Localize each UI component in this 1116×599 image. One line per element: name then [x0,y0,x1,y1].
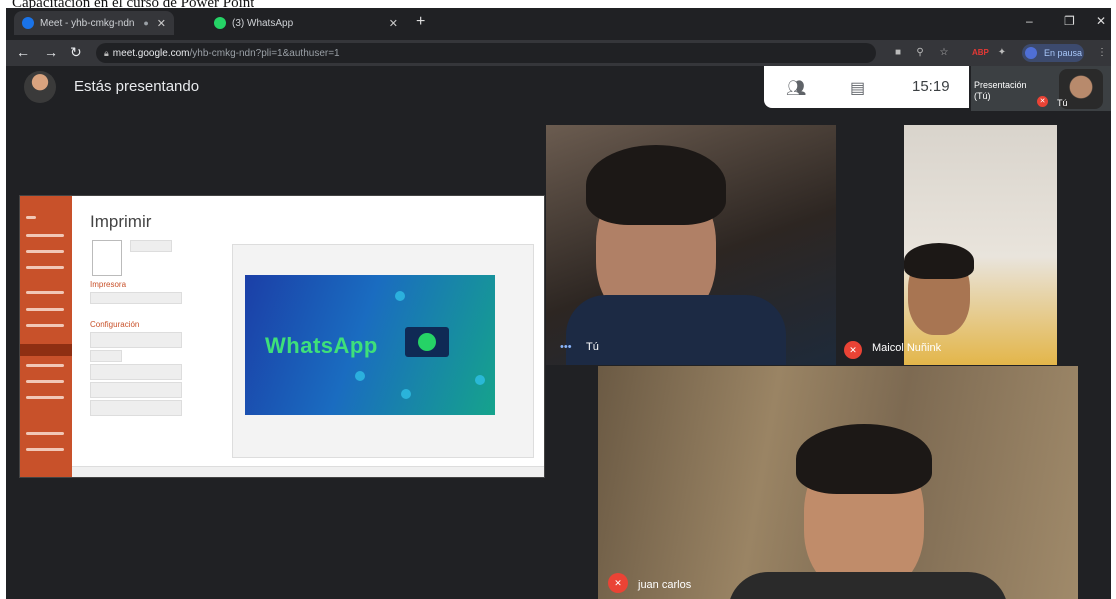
copies-field[interactable] [130,240,172,252]
star-icon[interactable]: ☆ [938,47,950,59]
tab-title: Meet - yhb-cmkg-ndn [40,17,135,29]
participant-video [904,243,974,279]
menu-item[interactable] [26,308,64,311]
new-tab-button[interactable]: + [416,13,425,31]
printer-heading: Impresora [90,280,127,289]
backstage-sidebar [20,196,72,477]
address-bar: ← → ↻ 🔒︎ meet.google.com/yhb-cmkg-ndn?pli… [6,40,1111,66]
presenting-status: Estás presentando [74,78,200,95]
mic-off-icon: ✕ [844,341,862,359]
menu-icon[interactable]: ⋮ [1096,47,1108,59]
people-icon[interactable]: 👥︎ [786,78,806,98]
setting-select[interactable] [90,332,182,348]
profile-button[interactable]: En pausa [1022,44,1084,62]
reload-icon[interactable]: ↻ [70,44,82,61]
decor-icon [401,389,411,399]
self-name: Tú [1057,98,1068,108]
browser-window: Meet - yhb-cmkg-ndn ● ✕ (3) WhatsApp ✕ +… [6,8,1111,599]
menu-item[interactable] [26,396,64,399]
tab-close-icon[interactable]: ✕ [389,17,398,30]
print-button[interactable] [92,240,122,276]
meeting-controls: 👥︎ ▤ 15:19 [764,66,969,108]
url-field[interactable]: 🔒︎ meet.google.com/yhb-cmkg-ndn?pli=1&aut… [96,43,876,63]
decor-icon [395,291,405,301]
mic-off-icon: ✕ [608,573,628,593]
lock-icon: 🔒︎ [104,48,109,58]
setting-select[interactable] [90,400,182,416]
forward-arrow-icon[interactable]: → [44,44,58,60]
audio-level-icon: ••• [560,341,572,353]
chat-icon[interactable]: ▤ [850,78,865,98]
participant-tile[interactable]: ✕ juan carlos [598,366,1078,599]
print-title: Imprimir [90,212,152,231]
participant-tile[interactable]: ••• Tú [546,125,836,365]
minimize-button[interactable]: – [1026,14,1033,28]
menu-item[interactable] [26,364,64,367]
menu-item[interactable] [26,250,64,253]
menu-item[interactable] [26,432,64,435]
print-settings-panel: Impresora Configuración [90,236,190,436]
slide-thumbnail: WhatsApp [245,275,495,415]
tab-title: (3) WhatsApp [232,17,294,29]
decor-icon [355,371,365,381]
tab-close-icon[interactable]: ✕ [157,17,166,30]
slide-title: WhatsApp [265,333,378,358]
print-preview: WhatsApp [232,244,534,458]
preview-navbar [72,466,544,477]
tab-meet[interactable]: Meet - yhb-cmkg-ndn ● ✕ [14,11,174,35]
presentation-label: Presentación (Tú) [974,80,1027,101]
url-path: /yhb-cmkg-ndn?pli=1&authuser=1 [189,48,340,59]
meet-stage: Estás presentando 👥︎ ▤ 15:19 Presentació… [6,66,1111,599]
menu-item[interactable] [26,291,64,294]
tab-bar: Meet - yhb-cmkg-ndn ● ✕ (3) WhatsApp ✕ +… [6,8,1111,40]
avatar [24,71,56,103]
participant-video [796,424,932,494]
participant-name: juan carlos [638,579,692,591]
tab-whatsapp[interactable]: (3) WhatsApp ✕ [206,11,406,35]
participant-video [728,572,1008,599]
printer-select[interactable] [90,292,182,304]
url-host: meet.google.com [112,48,190,59]
participant-video [566,295,786,365]
participant-video [586,145,726,225]
setting-select[interactable] [90,382,182,398]
meet-favicon-icon [22,17,34,29]
meeting-clock: 15:19 [912,78,950,95]
shared-screen: Imprimir Impresora Configuración WhatsAp… [20,196,544,477]
maximize-button[interactable]: ❐ [1064,14,1075,28]
setting-select[interactable] [90,364,182,380]
settings-heading: Configuración [90,320,140,329]
whatsapp-logo-icon [405,327,449,357]
participant-name: Tú [586,341,599,353]
mic-off-icon: ✕ [1037,96,1048,107]
menu-item[interactable] [26,324,64,327]
back-icon [26,216,36,219]
recording-dot-icon: ● [143,18,149,28]
close-window-button[interactable]: ✕ [1096,14,1106,28]
page-caption: Capacitación en el curso de Power Point [12,0,255,8]
back-arrow-icon[interactable]: ← [16,44,30,60]
extensions-icon[interactable]: ✦ [996,47,1008,59]
participant-name: Maicol Nuñink [872,342,942,354]
camera-icon[interactable]: ■ [892,47,904,59]
pages-field[interactable] [90,350,122,362]
decor-icon [475,375,485,385]
menu-item[interactable] [26,234,64,237]
menu-item[interactable] [26,448,64,451]
menu-item[interactable] [26,266,64,269]
whatsapp-favicon-icon [214,17,226,29]
self-presentation-tile[interactable]: Presentación (Tú) ✕ Tú [971,66,1111,111]
menu-item-selected[interactable] [20,344,72,356]
avatar [1025,47,1037,59]
zoom-icon[interactable]: ⚲ [914,47,926,59]
participant-tile[interactable]: ✕ [904,125,1057,365]
profile-label: En pausa [1044,48,1083,58]
menu-item[interactable] [26,380,64,383]
adblock-icon[interactable]: ABP [972,47,989,59]
